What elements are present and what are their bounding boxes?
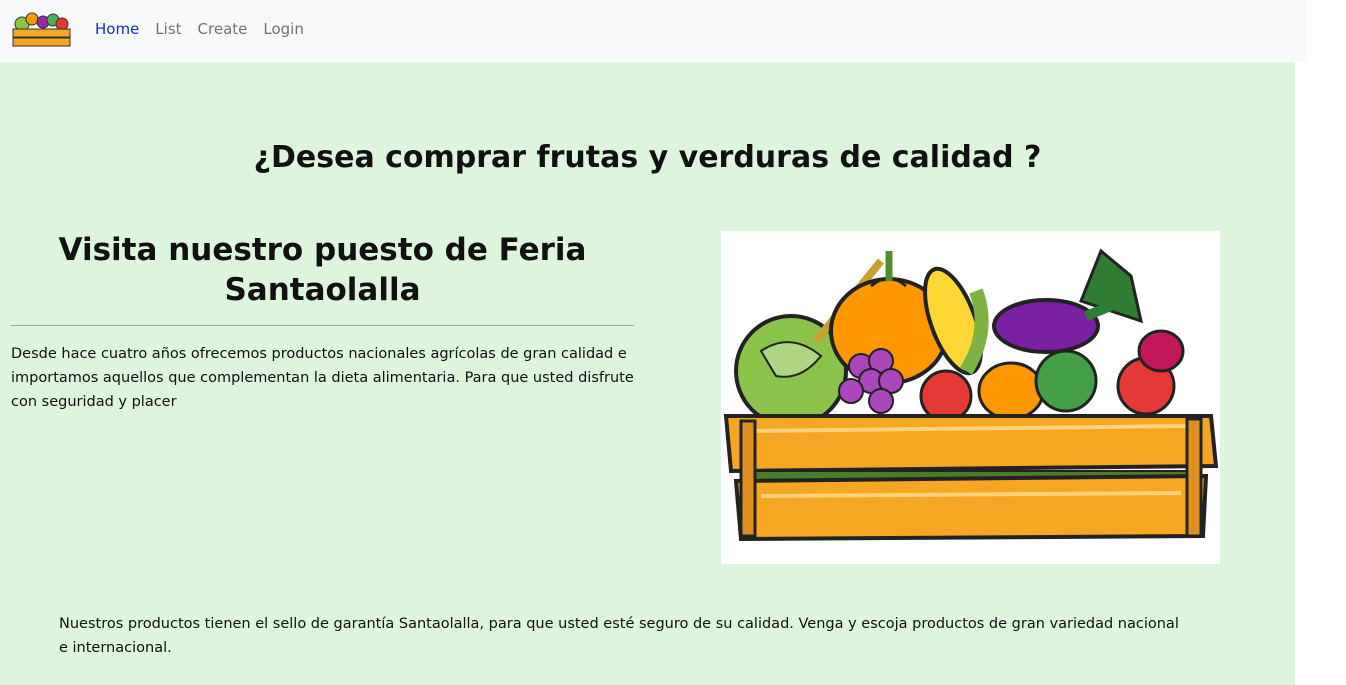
nav-link-create[interactable]: Create xyxy=(198,19,248,39)
section-heading: Visita nuestro puesto de Feria Santaolal… xyxy=(58,232,587,308)
nav-link-login[interactable]: Login xyxy=(263,19,303,39)
nav-link-list[interactable]: List xyxy=(155,19,181,39)
main-content: ¿Desea comprar frutas y verduras de cali… xyxy=(0,62,1295,685)
navbar: Home List Create Login xyxy=(0,0,1307,62)
intro-paragraph: Desde hace cuatro años ofrecemos product… xyxy=(11,346,634,410)
nav-links: Home List Create Login xyxy=(95,19,320,39)
vegetable-crate-illustration xyxy=(721,231,1220,564)
nav-link-home[interactable]: Home xyxy=(95,19,139,39)
fruit-basket-logo-icon[interactable] xyxy=(10,9,72,49)
page-title: ¿Desea comprar frutas y verduras de cali… xyxy=(253,140,1042,175)
intro-section: Visita nuestro puesto de Feria Santaolal… xyxy=(11,230,634,414)
divider xyxy=(11,325,634,326)
footer-paragraph: Nuestros productos tienen el sello de ga… xyxy=(59,616,1179,656)
